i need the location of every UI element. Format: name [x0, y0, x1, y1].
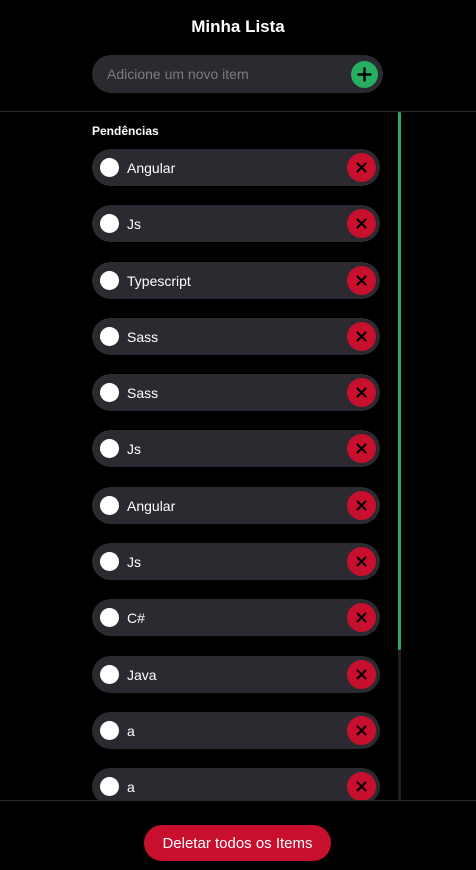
- delete-item-button[interactable]: [347, 322, 376, 351]
- section-title: Pendências: [92, 124, 159, 138]
- bottom-divider: [0, 800, 476, 801]
- item-label: a: [127, 723, 135, 739]
- page-title: Minha Lista: [191, 17, 285, 36]
- add-item-button[interactable]: [351, 61, 378, 88]
- scrollbar-track[interactable]: [398, 112, 401, 800]
- item-label: Typescript: [127, 273, 191, 289]
- list-item: Js: [92, 543, 380, 580]
- complete-toggle[interactable]: [100, 214, 119, 233]
- close-icon: [356, 612, 367, 623]
- complete-toggle[interactable]: [100, 777, 119, 796]
- complete-toggle[interactable]: [100, 439, 119, 458]
- close-icon: [356, 331, 367, 342]
- item-label: a: [127, 779, 135, 795]
- list-item: Sass: [92, 374, 380, 411]
- scrollbar-thumb[interactable]: [398, 112, 401, 650]
- delete-item-button[interactable]: [347, 266, 376, 295]
- close-icon: [356, 218, 367, 229]
- complete-toggle[interactable]: [100, 665, 119, 684]
- item-label: Js: [127, 441, 141, 457]
- delete-item-button[interactable]: [347, 660, 376, 689]
- list-item: a: [92, 768, 380, 800]
- item-label: Java: [127, 667, 157, 683]
- list-item: Angular: [92, 149, 380, 186]
- list-item: Js: [92, 430, 380, 467]
- delete-item-button[interactable]: [347, 153, 376, 182]
- new-item-bar: [92, 55, 383, 93]
- item-label: Angular: [127, 160, 176, 176]
- delete-all-button[interactable]: Deletar todos os Items: [144, 825, 331, 861]
- item-label: Js: [127, 554, 141, 570]
- complete-toggle[interactable]: [100, 327, 119, 346]
- list-item: Js: [92, 205, 380, 242]
- close-icon: [356, 725, 367, 736]
- list-item: C#: [92, 599, 380, 636]
- delete-item-button[interactable]: [347, 603, 376, 632]
- complete-toggle[interactable]: [100, 721, 119, 740]
- delete-item-button[interactable]: [347, 716, 376, 745]
- delete-item-button[interactable]: [347, 434, 376, 463]
- complete-toggle[interactable]: [100, 608, 119, 627]
- close-icon: [356, 669, 367, 680]
- list-item: Sass: [92, 318, 380, 355]
- close-icon: [356, 387, 367, 398]
- list-item: a: [92, 712, 380, 749]
- complete-toggle[interactable]: [100, 496, 119, 515]
- delete-item-button[interactable]: [347, 547, 376, 576]
- app-root: Minha Lista Pendências Angular Js: [0, 0, 476, 870]
- delete-item-button[interactable]: [347, 772, 376, 800]
- list-item: Java: [92, 656, 380, 693]
- plus-icon: [357, 67, 372, 82]
- complete-toggle[interactable]: [100, 271, 119, 290]
- pending-list-area: Pendências Angular Js Typescript Sass Sa…: [0, 112, 476, 800]
- complete-toggle[interactable]: [100, 552, 119, 571]
- close-icon: [356, 500, 367, 511]
- item-label: Js: [127, 216, 141, 232]
- complete-toggle[interactable]: [100, 383, 119, 402]
- delete-item-button[interactable]: [347, 378, 376, 407]
- item-label: Angular: [127, 498, 176, 514]
- list-item: Angular: [92, 487, 380, 524]
- complete-toggle[interactable]: [100, 158, 119, 177]
- close-icon: [356, 275, 367, 286]
- close-icon: [356, 781, 367, 792]
- new-item-input[interactable]: [107, 64, 342, 84]
- close-icon: [356, 556, 367, 567]
- item-label: C#: [127, 610, 145, 626]
- list-item: Typescript: [92, 262, 380, 299]
- delete-item-button[interactable]: [347, 491, 376, 520]
- delete-item-button[interactable]: [347, 209, 376, 238]
- item-label: Sass: [127, 329, 159, 345]
- close-icon: [356, 162, 367, 173]
- item-label: Sass: [127, 385, 159, 401]
- close-icon: [356, 443, 367, 454]
